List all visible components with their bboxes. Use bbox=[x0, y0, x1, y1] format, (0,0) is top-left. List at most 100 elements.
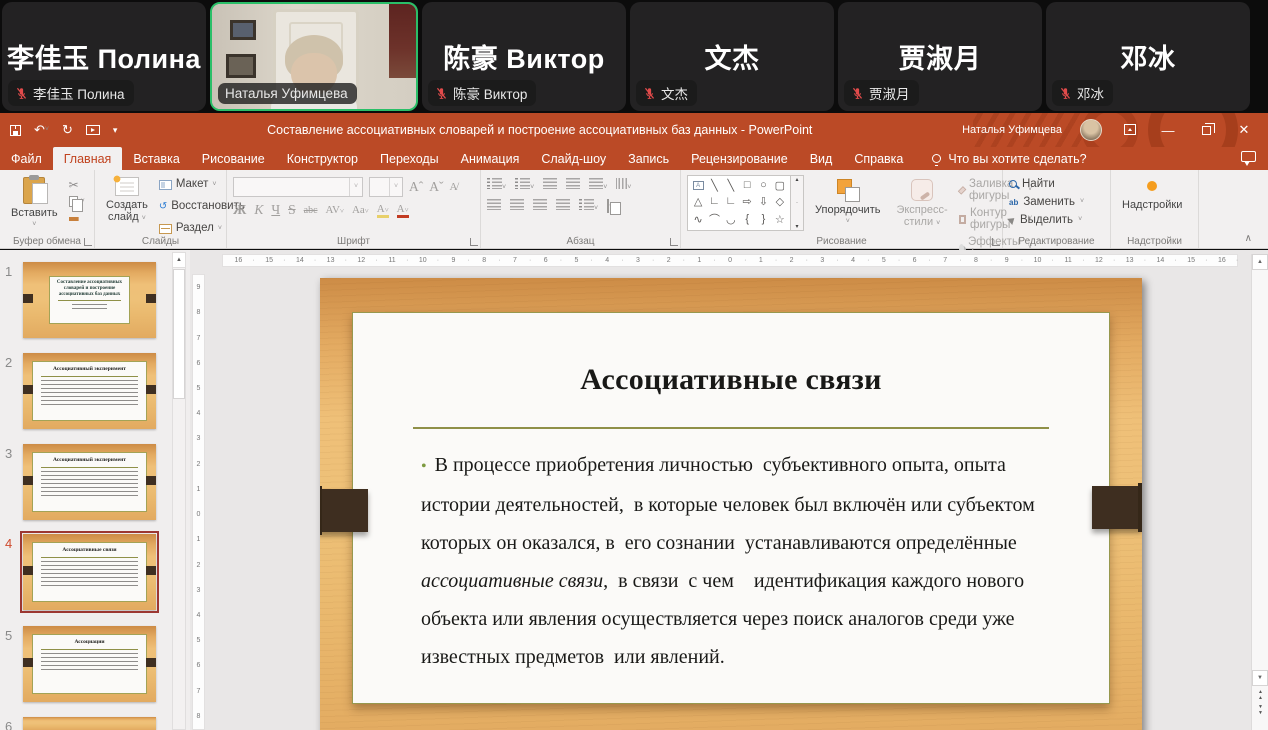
tab-help[interactable]: Справка bbox=[843, 147, 914, 170]
star-shape-icon[interactable]: ☆ bbox=[775, 213, 785, 226]
addins-button[interactable]: Надстройки bbox=[1117, 175, 1187, 233]
numbering-button[interactable]: ˅ bbox=[515, 178, 534, 192]
close-button[interactable]: ✕ bbox=[1234, 122, 1254, 138]
participant-tile-4[interactable]: 文杰 文杰 bbox=[630, 2, 834, 111]
change-case-button[interactable]: Aa˅ bbox=[352, 204, 369, 216]
shapes-scroll-more-icon[interactable]: ▾ bbox=[795, 223, 798, 230]
tab-home[interactable]: Главная bbox=[53, 147, 123, 170]
clear-formatting-button[interactable]: А̸ bbox=[450, 181, 458, 193]
previous-slide-button[interactable]: ▲▲ bbox=[1252, 689, 1268, 702]
curve-shape-icon[interactable]: ⌒ bbox=[709, 211, 720, 227]
decrease-indent-button[interactable] bbox=[543, 178, 557, 192]
tell-me-box[interactable]: Что вы хотите сделать? bbox=[932, 147, 1086, 170]
scroll-up-icon[interactable]: ▲ bbox=[1252, 254, 1268, 270]
elbow-connector-shape-icon[interactable]: ∟ bbox=[725, 195, 736, 207]
find-button[interactable]: Найти bbox=[1009, 178, 1084, 190]
tab-design[interactable]: Конструктор bbox=[276, 147, 369, 170]
underline-button[interactable]: Ч bbox=[271, 202, 280, 218]
thumbnail-scrollbar-thumb[interactable] bbox=[173, 269, 185, 399]
thumbnail-panel-scrollbar[interactable]: ▲ bbox=[172, 252, 186, 730]
redo-button[interactable]: ↻ bbox=[62, 122, 73, 138]
increase-indent-button[interactable] bbox=[566, 178, 580, 192]
paste-button[interactable]: Вставить ˅ bbox=[6, 175, 63, 233]
font-size-combobox[interactable]: ˅ bbox=[369, 177, 403, 197]
italic-button[interactable]: К bbox=[254, 202, 263, 218]
left-brace-shape-icon[interactable]: { bbox=[745, 213, 749, 225]
comments-icon[interactable] bbox=[1241, 151, 1256, 162]
down-arrow-shape-icon[interactable]: ⇩ bbox=[759, 195, 768, 208]
restore-button[interactable] bbox=[1196, 123, 1216, 138]
abc-strike-button[interactable]: abc bbox=[304, 205, 318, 216]
align-left-button[interactable] bbox=[487, 199, 501, 213]
slide-canvas[interactable]: Ассоциативные связи •В процессе приобрет… bbox=[320, 278, 1142, 730]
slide-body-text[interactable]: •В процессе приобретения личностью субъе… bbox=[421, 446, 1055, 676]
connector-shape-icon[interactable]: ∟ bbox=[709, 195, 720, 207]
triangle-shape-icon[interactable]: △ bbox=[694, 195, 702, 208]
minimize-button[interactable]: — bbox=[1158, 123, 1178, 138]
select-button[interactable]: Выделить˅ bbox=[1009, 214, 1084, 226]
slide-thumbnail-3[interactable]: 3 Ассоциативный эксперимент bbox=[23, 444, 156, 520]
start-slideshow-button[interactable] bbox=[86, 125, 100, 135]
font-dialog-launcher[interactable] bbox=[470, 238, 478, 246]
rounded-rectangle-shape-icon[interactable]: ▢ bbox=[775, 179, 785, 192]
cut-button[interactable]: ✂ bbox=[69, 178, 85, 192]
arrow-line-shape-icon[interactable]: ╲ bbox=[728, 179, 735, 192]
slide-thumbnail-1[interactable]: 1 Составление ассоциативных словарей и п… bbox=[23, 262, 156, 338]
freeform-shape-icon[interactable]: ∿ bbox=[694, 213, 703, 226]
new-slide-button[interactable]: Создатьслайд ˅ bbox=[101, 175, 153, 233]
clipboard-dialog-launcher[interactable] bbox=[84, 238, 92, 246]
shapes-gallery-scrollbar[interactable]: ▴ · ▾ bbox=[791, 175, 804, 231]
slide-thumbnail-5[interactable]: 5 Ассоциации bbox=[23, 626, 156, 702]
font-name-combobox[interactable]: ˅ bbox=[233, 177, 363, 197]
undo-button[interactable]: ↶˅ bbox=[34, 122, 49, 138]
tab-animations[interactable]: Анимация bbox=[450, 147, 531, 170]
slide-title[interactable]: Ассоциативные связи bbox=[353, 363, 1109, 397]
replace-button[interactable]: abЗаменить˅ bbox=[1009, 196, 1084, 208]
drawing-dialog-launcher[interactable] bbox=[992, 238, 1000, 246]
arrange-button[interactable]: Упорядочить ˅ bbox=[810, 175, 885, 233]
justify-button[interactable] bbox=[556, 199, 570, 213]
strikethrough-button[interactable]: S bbox=[288, 202, 296, 218]
line-shape-icon[interactable]: ╲ bbox=[711, 179, 718, 192]
bold-button[interactable]: Ж bbox=[233, 202, 246, 218]
tab-file[interactable]: Файл bbox=[0, 147, 53, 170]
convert-to-smartart-button[interactable]: ˅ bbox=[607, 200, 613, 212]
collapse-ribbon-button[interactable]: ∧ bbox=[1245, 233, 1252, 244]
paragraph-dialog-launcher[interactable] bbox=[670, 238, 678, 246]
rectangle-shape-icon[interactable]: □ bbox=[744, 179, 751, 191]
slide-thumbnail-6[interactable]: 6 bbox=[23, 717, 156, 730]
align-center-button[interactable] bbox=[510, 199, 524, 213]
tab-record[interactable]: Запись bbox=[617, 147, 680, 170]
copy-button[interactable]: ˅ bbox=[69, 196, 85, 207]
grow-font-button[interactable]: Аˆ bbox=[409, 179, 423, 195]
participant-tile-1[interactable]: 李佳玉 Полина 李佳玉 Полина bbox=[2, 2, 206, 111]
tab-slideshow[interactable]: Слайд-шоу bbox=[530, 147, 617, 170]
bullets-button[interactable]: ˅ bbox=[487, 178, 506, 192]
tab-insert[interactable]: Вставка bbox=[122, 147, 190, 170]
align-right-button[interactable] bbox=[533, 199, 547, 213]
tab-view[interactable]: Вид bbox=[799, 147, 844, 170]
scroll-down-icon[interactable]: ▼ bbox=[1252, 670, 1268, 686]
shapes-scroll-up-icon[interactable]: ▴ bbox=[795, 176, 798, 183]
oval-shape-icon[interactable]: ○ bbox=[760, 179, 767, 191]
shapes-gallery[interactable]: A ╲ ╲ □ ○ ▢ △ ∟ ∟ ⇨ ⇩ ◇ ∿ ⌒ ◡ { } bbox=[687, 175, 791, 231]
highlight-color-button[interactable]: А˅ bbox=[377, 203, 389, 218]
flowchart-shape-icon[interactable]: ◇ bbox=[776, 195, 784, 208]
tab-draw[interactable]: Рисование bbox=[191, 147, 276, 170]
tab-review[interactable]: Рецензирование bbox=[680, 147, 799, 170]
participant-tile-2-active-speaker[interactable]: Наталья Уфимцева bbox=[210, 2, 418, 111]
quick-styles-button[interactable]: Экспресс-стили ˅ bbox=[891, 175, 952, 233]
character-spacing-button[interactable]: AV˅ bbox=[326, 204, 344, 216]
right-arrow-shape-icon[interactable]: ⇨ bbox=[743, 195, 752, 208]
text-box-shape-icon[interactable]: A bbox=[693, 181, 704, 190]
format-painter-button[interactable] bbox=[69, 211, 85, 221]
next-slide-button[interactable]: ▼▼ bbox=[1252, 704, 1268, 717]
ribbon-display-options-button[interactable] bbox=[1120, 123, 1140, 138]
participant-tile-5[interactable]: 贾淑月 贾淑月 bbox=[838, 2, 1042, 111]
slide-thumbnail-4-selected[interactable]: 4 Ассоциативные связи bbox=[23, 534, 156, 610]
editor-scrollbar[interactable]: ▲ ▼ ▲▲ ▼▼ bbox=[1251, 254, 1268, 730]
text-direction-button[interactable]: ˅ bbox=[616, 178, 631, 192]
line-spacing-button[interactable]: ˅ bbox=[589, 178, 607, 192]
right-brace-shape-icon[interactable]: } bbox=[762, 213, 766, 225]
font-color-button[interactable]: А˅ bbox=[397, 203, 409, 218]
